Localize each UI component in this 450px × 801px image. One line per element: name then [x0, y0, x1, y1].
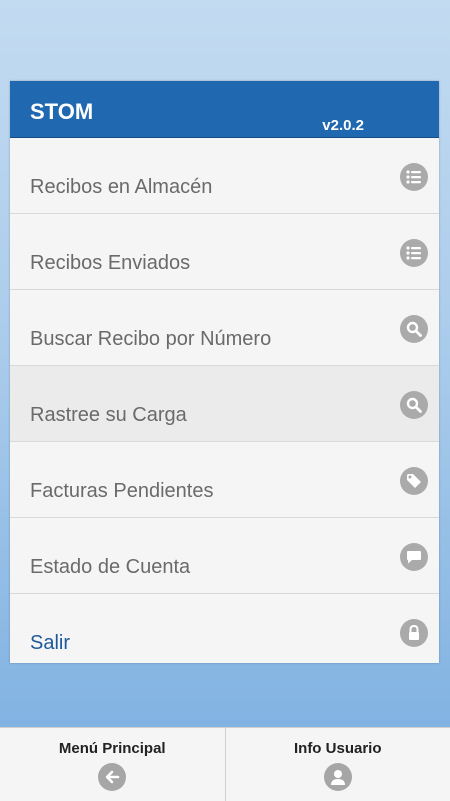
list-icon [400, 239, 428, 267]
app-header: STOM v2.0.2 [10, 81, 439, 138]
menu-item-recibos-almacen[interactable]: Recibos en Almacén [10, 138, 439, 214]
menu-item-recibos-enviados[interactable]: Recibos Enviados [10, 214, 439, 290]
menu-item-label: Rastree su Carga [30, 404, 187, 427]
menu-item-rastree-carga[interactable]: Rastree su Carga [10, 366, 439, 442]
menu-item-estado-cuenta[interactable]: Estado de Cuenta [10, 518, 439, 594]
menu-item-label: Buscar Recibo por Número [30, 328, 271, 351]
main-menu-button[interactable]: Menú Principal [0, 728, 226, 801]
lock-icon [400, 619, 428, 647]
menu-panel: STOM v2.0.2 Recibos en Almacén Recibos E… [10, 81, 439, 663]
bottom-nav: Menú Principal Info Usuario [0, 727, 450, 801]
menu-item-facturas-pendientes[interactable]: Facturas Pendientes [10, 442, 439, 518]
list-icon [400, 163, 428, 191]
menu-item-label: Salir [30, 632, 70, 655]
main-menu: Recibos en Almacén Recibos Enviados [10, 138, 439, 663]
user-info-button[interactable]: Info Usuario [226, 728, 450, 801]
arrow-left-icon [98, 763, 126, 791]
tag-icon [400, 467, 428, 495]
menu-item-salir[interactable]: Salir [10, 594, 439, 663]
user-icon [324, 763, 352, 791]
user-info-label: Info Usuario [226, 740, 450, 757]
main-menu-label: Menú Principal [0, 740, 225, 757]
search-icon [400, 391, 428, 419]
menu-item-label: Facturas Pendientes [30, 480, 213, 503]
menu-item-buscar-recibo[interactable]: Buscar Recibo por Número [10, 290, 439, 366]
menu-item-label: Recibos en Almacén [30, 176, 212, 199]
chat-icon [400, 543, 428, 571]
app-title: STOM [30, 99, 93, 125]
search-icon [400, 315, 428, 343]
menu-item-label: Estado de Cuenta [30, 556, 190, 579]
app-version: v2.0.2 [322, 117, 364, 134]
menu-item-label: Recibos Enviados [30, 252, 190, 275]
